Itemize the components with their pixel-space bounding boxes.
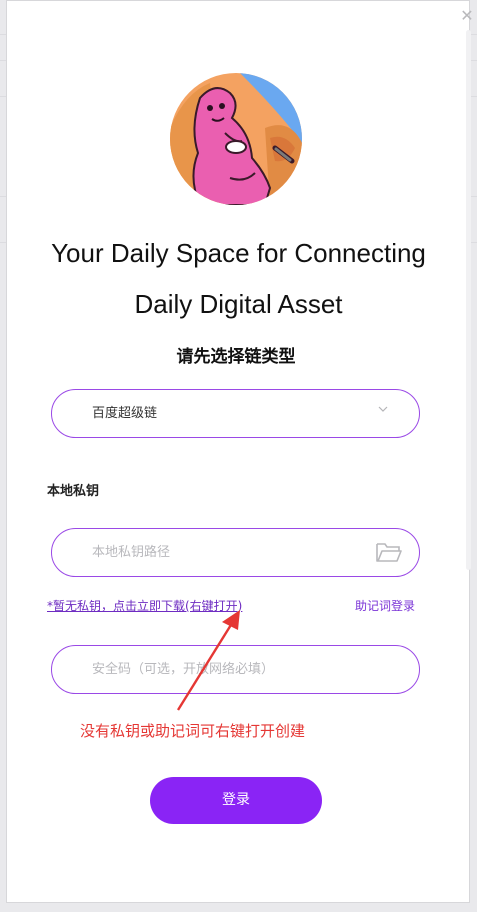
private-key-path-input[interactable]: 本地私钥路径 (51, 528, 420, 577)
chevron-down-icon (378, 406, 388, 412)
hero-title-line2: Daily Digital Asset (134, 289, 343, 319)
folder-icon[interactable] (375, 540, 403, 564)
login-button[interactable]: 登录 (150, 777, 322, 824)
private-key-placeholder: 本地私钥路径 (92, 545, 171, 560)
private-key-label: 本地私钥 (47, 484, 100, 499)
mnemonic-login-link[interactable]: 助记词登录 (355, 597, 415, 614)
avatar (170, 73, 302, 205)
close-icon[interactable]: ✕ (457, 6, 477, 26)
hero-title-line1: Your Daily Space for Connecting (51, 238, 426, 268)
annotation-text: 没有私钥或助记词可右键打开创建 (80, 722, 306, 740)
chain-type-select[interactable]: 百度超级链 (51, 389, 420, 438)
chain-select-value: 百度超级链 (92, 406, 158, 421)
annotation-arrow-icon (176, 610, 240, 711)
chain-prompt: 请先选择链类型 (176, 347, 296, 367)
illustrated-character-avatar-icon (170, 73, 302, 205)
